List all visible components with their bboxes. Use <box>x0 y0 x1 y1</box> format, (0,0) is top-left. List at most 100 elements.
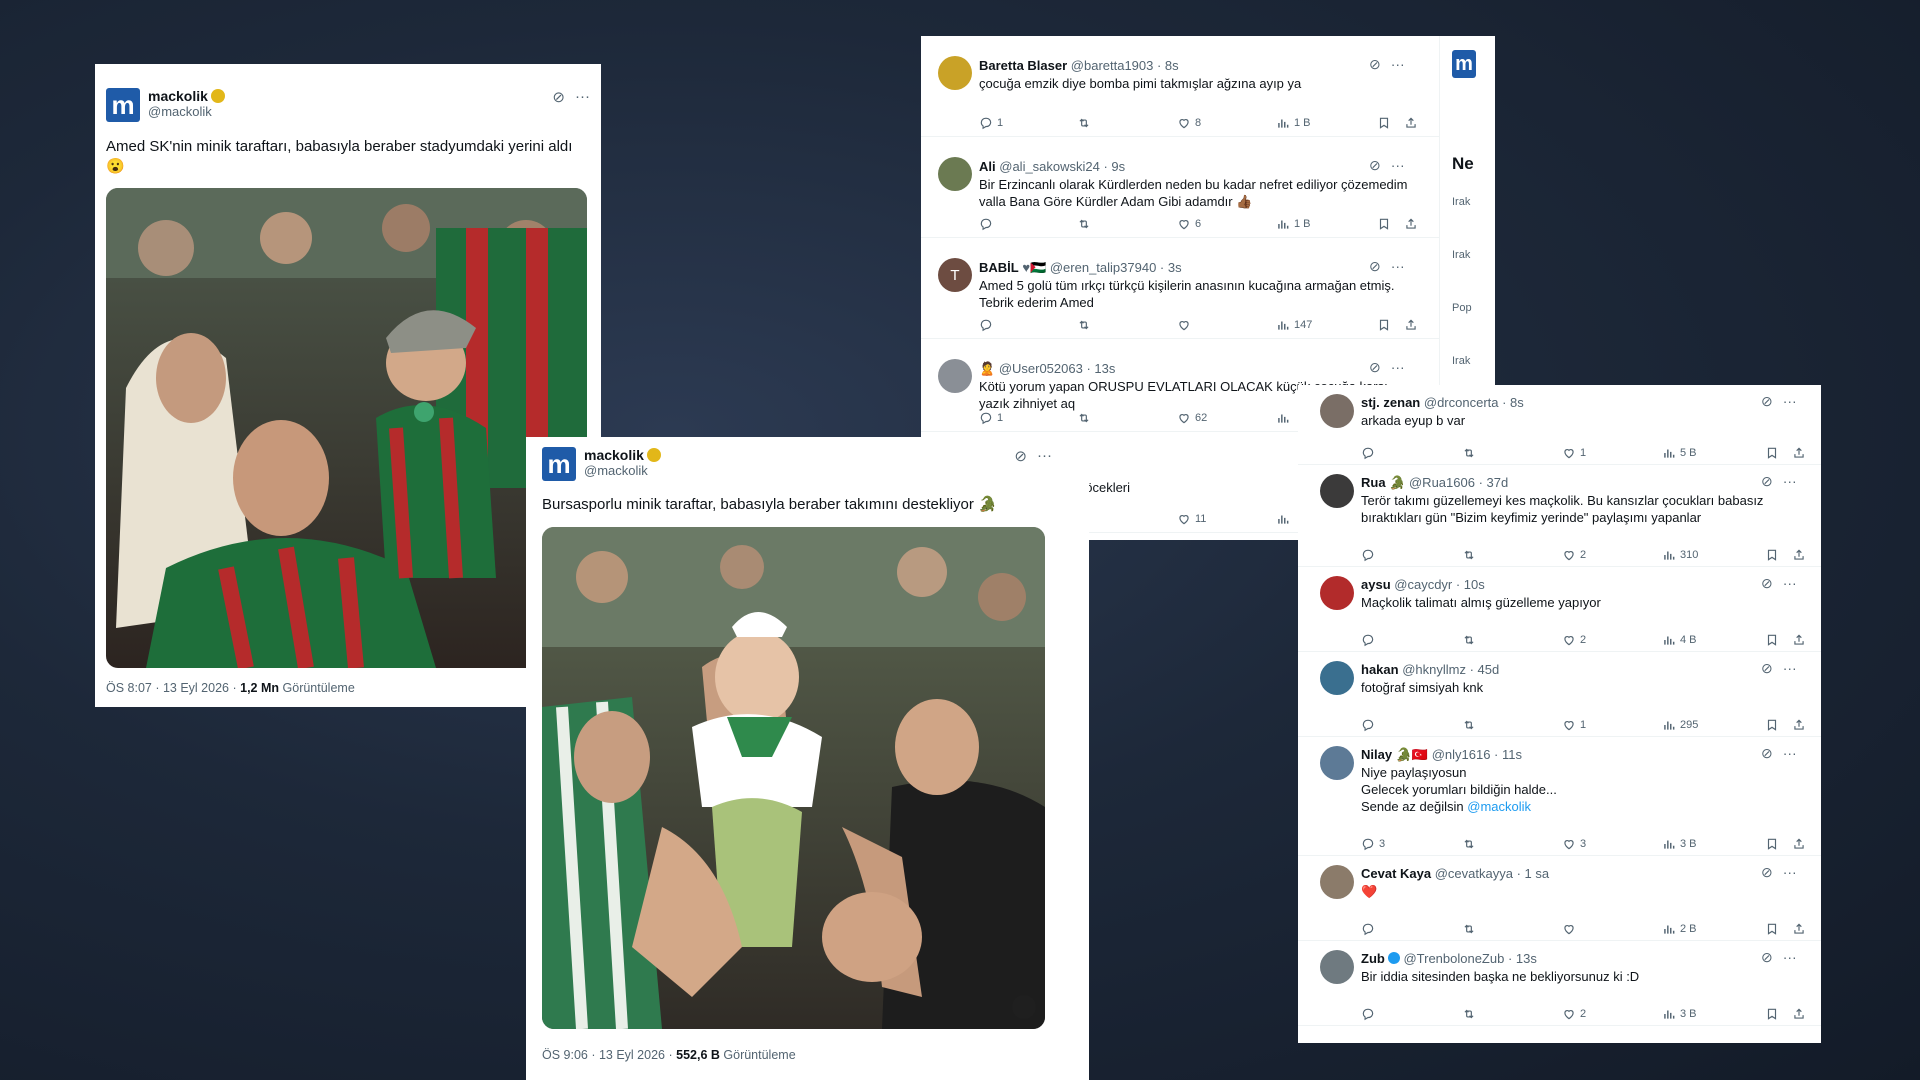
grok-icon[interactable]: ⊘ <box>1761 949 1773 966</box>
author-handle[interactable]: @mackolik <box>584 463 661 478</box>
views-count[interactable]: 5 B <box>1662 446 1697 460</box>
like-button[interactable] <box>1177 318 1195 332</box>
tweet-photo-amed-fans[interactable] <box>106 188 587 668</box>
bookmark-button[interactable] <box>1765 922 1779 936</box>
more-options-icon[interactable]: ··· <box>1391 157 1405 174</box>
reply-author-name[interactable]: Rua <box>1361 475 1386 490</box>
reply-button[interactable] <box>1361 1007 1379 1021</box>
sidebar-item[interactable]: Irak <box>1452 196 1470 208</box>
grok-icon[interactable]: ⊘ <box>1761 575 1773 592</box>
user-avatar[interactable] <box>1320 661 1354 695</box>
views-count[interactable]: 310 <box>1662 548 1698 562</box>
reply-author-name[interactable]: Ali <box>979 159 996 174</box>
like-button[interactable]: 2 <box>1562 1007 1586 1021</box>
reply-author-name[interactable]: aysu <box>1361 577 1391 592</box>
author-name[interactable]: mackolik <box>584 447 644 463</box>
like-button[interactable]: 1 <box>1562 446 1586 460</box>
views-count[interactable]: 147 <box>1276 318 1312 332</box>
retweet-button[interactable] <box>1077 116 1095 130</box>
more-options-icon[interactable]: ··· <box>1783 575 1797 592</box>
bookmark-button[interactable] <box>1377 318 1391 332</box>
reply-button[interactable] <box>1361 718 1379 732</box>
reply-row[interactable]: hakan @hknyllmz · 45d ⊘ ··· fotoğraf simsiy… <box>1298 652 1821 737</box>
views-count[interactable]: 3 B <box>1662 837 1697 851</box>
user-avatar[interactable]: T <box>938 258 972 292</box>
reply-row[interactable]: Cevat Kaya @cevatkayya · 1 sa ⊘ ··· ❤️ 2 B <box>1298 856 1821 941</box>
views-count[interactable]: 1 B <box>1276 116 1311 130</box>
reply-author-handle[interactable]: @drconcerta · 8s <box>1424 395 1524 410</box>
retweet-button[interactable] <box>1077 318 1095 332</box>
views-count[interactable]: 295 <box>1662 718 1698 732</box>
reply-author-handle[interactable]: @TrenboloneZub · 13s <box>1403 951 1536 966</box>
reply-author-name[interactable]: Zub <box>1361 951 1385 966</box>
user-avatar[interactable] <box>1320 394 1354 428</box>
grok-icon[interactable]: ⊘ <box>1761 660 1773 677</box>
reply-row[interactable]: Ali @ali_sakowski24 · 9s ⊘ ··· Bir Erzincan… <box>921 137 1439 238</box>
user-avatar[interactable] <box>1320 865 1354 899</box>
more-options-icon[interactable]: ··· <box>1391 359 1405 376</box>
user-avatar[interactable] <box>938 359 972 393</box>
user-avatar[interactable] <box>938 157 972 191</box>
share-button[interactable] <box>1792 718 1806 732</box>
reply-button[interactable]: 1 <box>979 116 1003 130</box>
bookmark-button[interactable] <box>1377 116 1391 130</box>
reply-row[interactable]: T BABİL ♥🇵🇸 @eren_talip37940 · 3s ⊘ ··· Amed… <box>921 238 1439 339</box>
more-options-icon[interactable]: ··· <box>1391 258 1405 275</box>
like-button[interactable]: 62 <box>1177 411 1207 425</box>
views-count[interactable] <box>1276 411 1294 425</box>
reply-row[interactable]: Zub @TrenboloneZub · 13s ⊘ ··· Bir iddia si… <box>1298 941 1821 1026</box>
sidebar-item[interactable]: Irak <box>1452 249 1470 261</box>
retweet-button[interactable] <box>1077 217 1095 231</box>
retweet-button[interactable] <box>1077 411 1095 425</box>
reply-button[interactable]: 3 <box>1361 837 1385 851</box>
more-options-icon[interactable]: ··· <box>1783 745 1797 762</box>
like-button[interactable]: 1 <box>1562 718 1586 732</box>
reply-author-handle[interactable]: 🐊 @Rua1606 · 37d <box>1389 475 1508 490</box>
share-button[interactable] <box>1792 446 1806 460</box>
more-options-icon[interactable]: ··· <box>1783 949 1797 966</box>
mention-link[interactable]: @mackolik <box>1467 799 1531 814</box>
more-options-icon[interactable]: ··· <box>1783 393 1797 410</box>
retweet-button[interactable] <box>1462 633 1480 647</box>
share-button[interactable] <box>1792 837 1806 851</box>
like-button[interactable]: 2 <box>1562 633 1586 647</box>
grok-icon[interactable]: ⊘ <box>1369 258 1381 275</box>
bookmark-button[interactable] <box>1765 446 1779 460</box>
reply-author-name[interactable]: stj. zenan <box>1361 395 1420 410</box>
more-options-icon[interactable]: ··· <box>1391 56 1405 73</box>
grok-icon[interactable]: ⊘ <box>1369 359 1381 376</box>
author-name[interactable]: mackolik <box>148 88 208 104</box>
share-button[interactable] <box>1404 217 1418 231</box>
reply-author-name[interactable]: 🙎 <box>979 361 995 376</box>
reply-author-handle[interactable]: @User052063 · 13s <box>999 361 1116 376</box>
bookmark-button[interactable] <box>1765 837 1779 851</box>
reply-author-handle[interactable]: @ali_sakowski24 · 9s <box>999 159 1125 174</box>
share-button[interactable] <box>1792 1007 1806 1021</box>
like-button[interactable]: 8 <box>1177 116 1201 130</box>
bookmark-button[interactable] <box>1765 718 1779 732</box>
share-button[interactable] <box>1404 116 1418 130</box>
retweet-button[interactable] <box>1462 718 1480 732</box>
tweet-timestamp[interactable]: ÖS 9:06 · 13 Eyl 2026 · <box>542 1048 673 1062</box>
tweet-photo-bursaspor-fans[interactable] <box>542 527 1045 1029</box>
reply-author-name[interactable]: hakan <box>1361 662 1399 677</box>
more-options-icon[interactable]: ··· <box>1783 864 1797 881</box>
reply-author-handle[interactable]: 🐊🇹🇷 @nly1616 · 11s <box>1396 747 1522 762</box>
retweet-button[interactable] <box>1462 446 1480 460</box>
like-button[interactable]: 6 <box>1177 217 1201 231</box>
views-count[interactable]: 2 B <box>1662 922 1697 936</box>
tweet-timestamp[interactable]: ÖS 8:07 · 13 Eyl 2026 · <box>106 681 237 695</box>
user-avatar[interactable] <box>1320 950 1354 984</box>
share-button[interactable] <box>1792 922 1806 936</box>
mackolik-logo-avatar[interactable]: m <box>106 88 140 122</box>
more-options-icon[interactable]: ··· <box>1037 447 1052 465</box>
grok-icon[interactable]: ⊘ <box>1014 447 1027 465</box>
share-button[interactable] <box>1792 548 1806 562</box>
bookmark-button[interactable] <box>1765 548 1779 562</box>
grok-icon[interactable]: ⊘ <box>1761 393 1773 410</box>
reply-author-name[interactable]: Baretta Blaser <box>979 58 1067 73</box>
grok-icon[interactable]: ⊘ <box>552 88 565 106</box>
reply-button[interactable] <box>979 217 997 231</box>
more-options-icon[interactable]: ··· <box>575 88 590 106</box>
reply-row[interactable]: Baretta Blaser @baretta1903 · 8s ⊘ ··· çocu… <box>921 36 1439 137</box>
